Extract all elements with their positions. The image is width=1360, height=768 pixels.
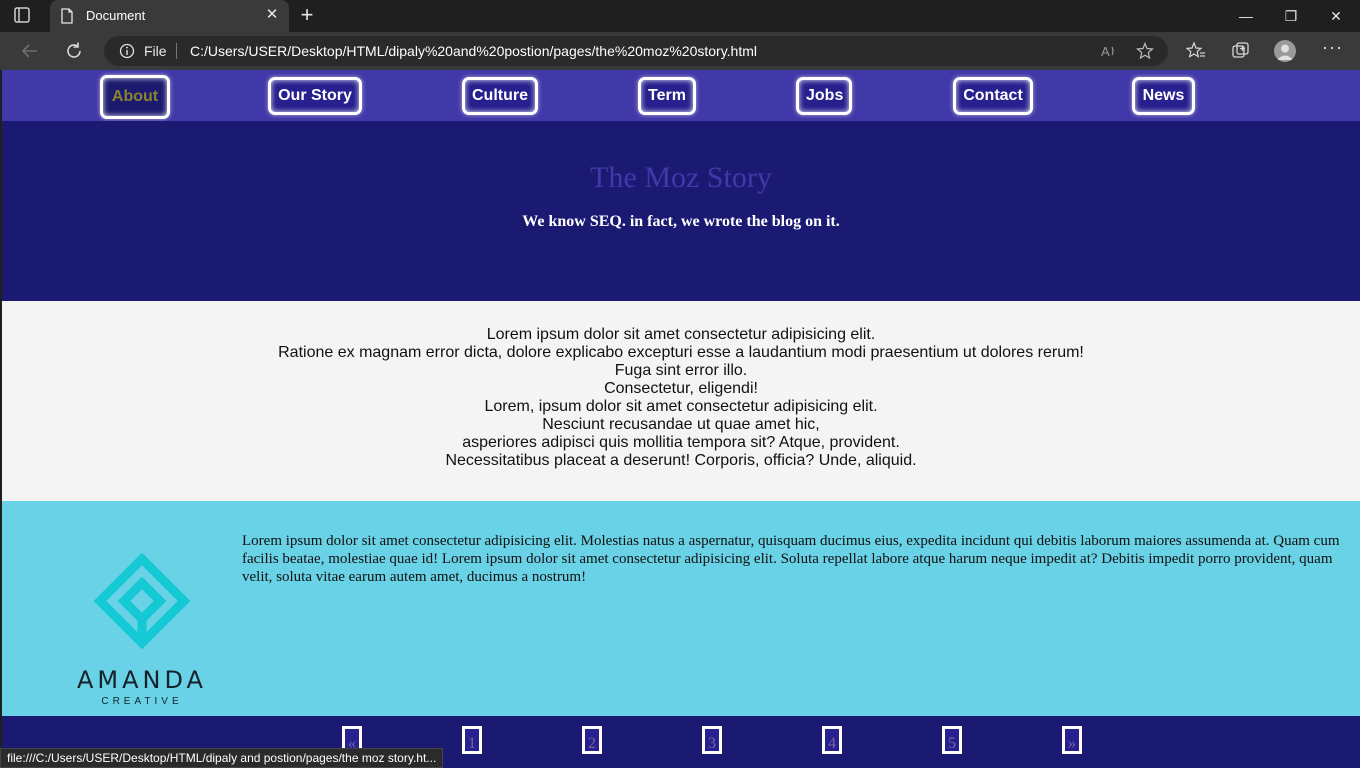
tab-title: Document — [86, 8, 146, 23]
page-2-button[interactable]: 2 — [582, 726, 602, 754]
page-3-button[interactable]: 3 — [702, 726, 722, 754]
minimize-icon[interactable]: — — [1236, 6, 1256, 26]
more-options-icon[interactable]: ··· — [1322, 38, 1342, 60]
browser-tab-bar: Document ✕ + — ❐ ✕ — [0, 0, 1360, 32]
user-icon — [1277, 44, 1293, 60]
intro-line: Consectetur, eligendi! — [604, 380, 758, 397]
browser-toolbar: File C:/Users/USER/Desktop/HTML/dipaly%2… — [0, 32, 1360, 70]
nav-term-button[interactable]: Term — [638, 77, 696, 115]
read-aloud-icon[interactable]: A — [1100, 42, 1118, 60]
page-4-button[interactable]: 4 — [822, 726, 842, 754]
diamond-logo-icon — [93, 553, 191, 650]
document-icon — [61, 8, 73, 24]
tab-actions-icon[interactable] — [14, 7, 38, 25]
site-navbar: About Our Story Culture Term Jobs Contac… — [2, 70, 1360, 121]
browser-tab[interactable]: Document ✕ — [50, 0, 289, 32]
intro-line: Nesciunt recusandae ut quae amet hic, — [542, 416, 820, 433]
hero-section: The Moz Story We know SEQ. in fact, we w… — [2, 121, 1360, 301]
intro-line: Necessitatibus placeat a deserunt! Corpo… — [445, 452, 917, 469]
refresh-icon[interactable] — [63, 40, 85, 62]
close-tab-icon[interactable]: ✕ — [264, 7, 280, 23]
close-window-icon[interactable]: ✕ — [1326, 6, 1346, 26]
intro-line: Fuga sint error illo. — [614, 362, 748, 379]
nav-news-button[interactable]: News — [1132, 77, 1195, 115]
page-title: The Moz Story — [590, 161, 772, 194]
new-tab-icon[interactable]: + — [298, 4, 316, 26]
logo-brand-sub: CREATIVE — [101, 696, 183, 707]
address-divider — [176, 43, 177, 59]
intro-line: Ratione ex magnam error dicta, dolore ex… — [278, 344, 1084, 361]
address-scheme: File — [144, 43, 167, 59]
intro-line: Lorem ipsum dolor sit amet consectetur a… — [486, 326, 876, 343]
collections-icon[interactable] — [1231, 41, 1251, 61]
favorites-icon[interactable] — [1186, 41, 1206, 61]
page-1-button[interactable]: 1 — [462, 726, 482, 754]
page-5-button[interactable]: 5 — [942, 726, 962, 754]
intro-line: Lorem, ipsum dolor sit amet consectetur … — [484, 398, 878, 415]
nav-our-story-button[interactable]: Our Story — [268, 77, 362, 115]
restore-icon[interactable]: ❐ — [1281, 6, 1301, 26]
intro-lines: Lorem ipsum dolor sit amet consectetur a… — [2, 326, 1360, 470]
add-favorite-icon[interactable] — [1136, 42, 1154, 60]
nav-jobs-button[interactable]: Jobs — [796, 77, 852, 115]
hero-tagline: We know SEQ. in fact, we wrote the blog … — [522, 213, 840, 230]
back-arrow-icon[interactable] — [19, 40, 41, 62]
about-section: AMANDA CREATIVE Lorem ipsum dolor sit am… — [2, 501, 1360, 716]
address-url[interactable]: C:/Users/USER/Desktop/HTML/dipaly%20and%… — [190, 43, 757, 59]
logo-brand-name: AMANDA — [77, 666, 207, 694]
about-paragraph: Lorem ipsum dolor sit amet consectetur a… — [242, 533, 1340, 585]
page-next-button[interactable]: » — [1062, 726, 1082, 754]
amanda-creative-logo: AMANDA CREATIVE — [62, 553, 222, 708]
page-viewport: About Our Story Culture Term Jobs Contac… — [2, 70, 1360, 768]
nav-about-button[interactable]: About — [100, 75, 170, 119]
address-bar[interactable]: File C:/Users/USER/Desktop/HTML/dipaly%2… — [104, 36, 1168, 66]
intro-text-section: Lorem ipsum dolor sit amet consectetur a… — [2, 301, 1360, 501]
status-bar-url: file:///C:/Users/USER/Desktop/HTML/dipal… — [0, 748, 444, 768]
svg-text:A: A — [1101, 44, 1110, 59]
nav-culture-button[interactable]: Culture — [462, 77, 538, 115]
info-icon[interactable] — [119, 43, 135, 59]
profile-avatar[interactable] — [1274, 40, 1296, 62]
nav-contact-button[interactable]: Contact — [953, 77, 1033, 115]
intro-line: asperiores adipisci quis mollitia tempor… — [462, 434, 900, 451]
